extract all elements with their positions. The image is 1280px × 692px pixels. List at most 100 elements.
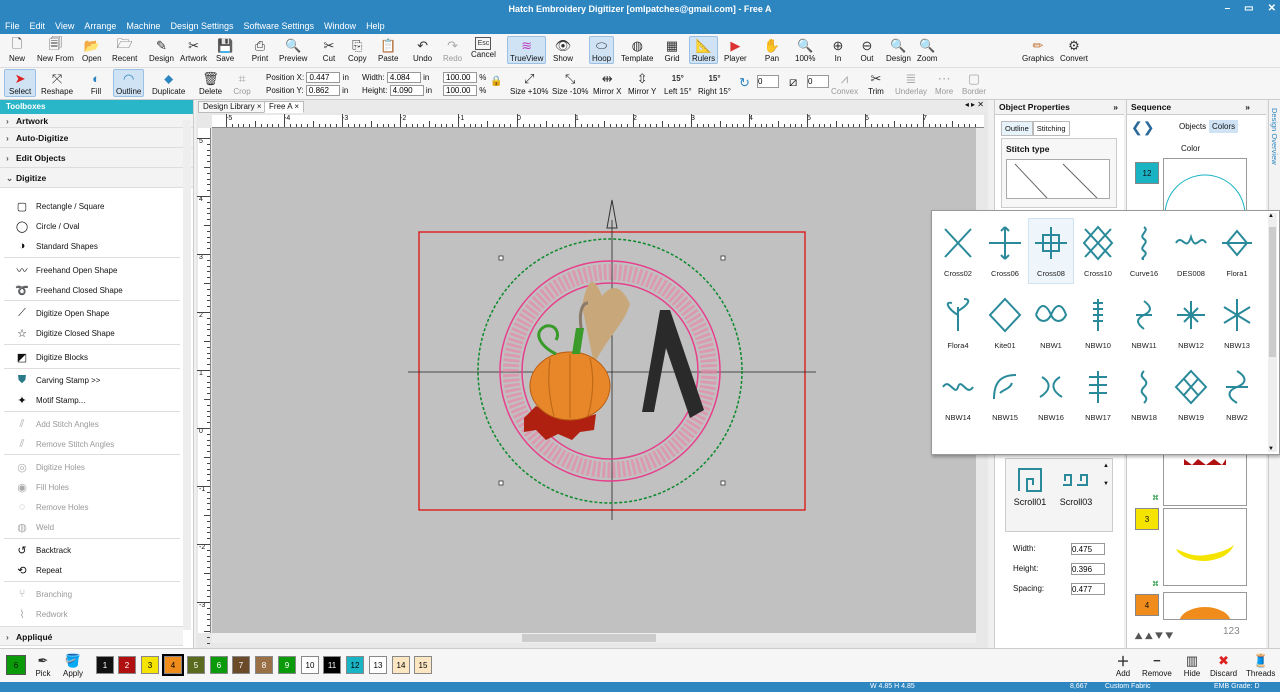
tool-backtrack[interactable]: ↺ Backtrack xyxy=(14,541,71,559)
tool-circle[interactable]: ◯ Circle / Oval xyxy=(14,217,80,235)
color-swatch[interactable]: 8 xyxy=(255,656,273,674)
remove-color-button[interactable]: − Remove xyxy=(1142,652,1172,678)
reshape-button[interactable]: ⤧ Reshape xyxy=(41,70,73,97)
menu-machine[interactable]: Machine xyxy=(121,18,165,34)
size-down-button[interactable]: ⤡ Size -10% xyxy=(552,70,588,97)
hoop-button[interactable]: ⬭ Hoop xyxy=(589,36,615,64)
tool-remove-stitch-angles[interactable]: ⫽ Remove Stitch Angles xyxy=(14,435,115,453)
motif-nbw13[interactable]: NBW13 xyxy=(1215,291,1259,355)
scale-width-input[interactable] xyxy=(443,72,477,83)
add-color-button[interactable]: ＋ Add xyxy=(1114,652,1132,678)
convert-button[interactable]: ⚙ Convert xyxy=(1060,37,1088,64)
toolbox-scrollbar[interactable] xyxy=(183,120,191,630)
tool-freehand-closed[interactable]: ➰ Freehand Closed Shape xyxy=(14,281,123,299)
rotate-left-button[interactable]: 15° Left 15° xyxy=(664,70,692,96)
paste-button[interactable]: 📋 Paste xyxy=(378,37,398,64)
design-workspace[interactable] xyxy=(212,128,976,633)
close-tab-icon[interactable]: × xyxy=(294,102,299,111)
seq-thumbnail[interactable] xyxy=(1163,592,1247,639)
color-swatch[interactable]: 3 xyxy=(141,656,159,674)
stitch-type-preview[interactable] xyxy=(1006,159,1110,199)
menu-help[interactable]: Help xyxy=(361,18,390,34)
scroll-up-icon[interactable]: ▲ xyxy=(1103,463,1109,469)
seq-color-badge[interactable]: 12 xyxy=(1135,162,1159,184)
save-button[interactable]: 💾 Save xyxy=(216,37,234,64)
color-swatch[interactable]: 11 xyxy=(323,656,341,674)
motif-nbw12[interactable]: NBW12 xyxy=(1169,291,1213,355)
motif-scroll01[interactable]: Scroll01 xyxy=(1010,465,1050,507)
motif-cross10[interactable]: Cross10 xyxy=(1076,219,1120,283)
motif-cross06[interactable]: Cross06 xyxy=(983,219,1027,283)
popup-scroll-thumb[interactable] xyxy=(1269,227,1276,357)
apply-button[interactable]: 🪣 Apply xyxy=(63,652,83,679)
tool-add-stitch-angles[interactable]: ⫽ Add Stitch Angles xyxy=(14,415,99,433)
group-edit-objects[interactable]: › Edit Objects xyxy=(0,148,193,168)
seq-color-badge[interactable]: 4 xyxy=(1135,594,1159,616)
mirror-x-button[interactable]: ⇹ Mirror X xyxy=(593,70,621,97)
rotate-input[interactable] xyxy=(757,75,779,88)
undo-button[interactable]: ↶ Undo xyxy=(413,37,432,64)
cancel-button[interactable]: Esc Cancel xyxy=(471,37,496,59)
tool-carving-stamp[interactable]: ⛊ Carving Stamp >> xyxy=(14,371,101,389)
group-digitize[interactable]: ⌄ Digitize xyxy=(0,168,193,188)
height-input[interactable] xyxy=(389,85,424,96)
size-up-button[interactable]: ⤢ Size +10% xyxy=(510,70,548,97)
position-y-input[interactable] xyxy=(305,85,340,96)
seq-thumbnail[interactable] xyxy=(1163,450,1247,506)
duplicate-button[interactable]: ⬥ Duplicate xyxy=(152,70,185,97)
motif-nbw18[interactable]: NBW18 xyxy=(1122,363,1166,427)
zoom-out-button[interactable]: ⊖ Out xyxy=(858,37,876,64)
tool-digitize-holes[interactable]: ◎ Digitize Holes xyxy=(14,458,85,476)
tab-outline[interactable]: Outline xyxy=(1001,121,1033,136)
design-artwork[interactable] xyxy=(212,128,976,633)
color-swatch[interactable]: 6 xyxy=(210,656,228,674)
tool-rectangle[interactable]: ▢ Rectangle / Square xyxy=(14,197,105,215)
color-swatch[interactable]: 7 xyxy=(232,656,250,674)
menu-software-settings[interactable]: Software Settings xyxy=(239,18,320,34)
color-swatch[interactable]: 10 xyxy=(301,656,319,674)
more-button[interactable]: ⋯ More xyxy=(935,70,953,97)
tab-objects[interactable]: Objects xyxy=(1179,122,1206,131)
motif-flora4[interactable]: Flora4 xyxy=(936,291,980,355)
delete-button[interactable]: 🗑 Delete xyxy=(199,70,222,97)
copy-button[interactable]: ⎘ Copy xyxy=(348,37,367,64)
tool-digitize-closed[interactable]: ☆ Digitize Closed Shape xyxy=(14,324,115,342)
print-button[interactable]: ⎙ Print xyxy=(251,37,269,64)
underlay-button[interactable]: ≣ Underlay xyxy=(895,70,927,97)
tool-freehand-open[interactable]: 〰 Freehand Open Shape xyxy=(14,261,118,279)
color-swatch[interactable]: 4 xyxy=(162,654,184,676)
threads-button[interactable]: 🧵 Threads xyxy=(1246,652,1275,679)
color-swatch[interactable]: 1 xyxy=(96,656,114,674)
template-button[interactable]: ◍ Template xyxy=(621,37,653,64)
color-swatch[interactable]: 14 xyxy=(392,656,410,674)
artwork-button[interactable]: ✂ Artwork xyxy=(180,37,207,64)
color-swatch[interactable]: 12 xyxy=(346,656,364,674)
tool-fill-holes[interactable]: ◉ Fill Holes xyxy=(14,478,69,496)
menu-edit[interactable]: Edit xyxy=(25,18,51,34)
motif-picker-popup[interactable]: ▲ ▼ Cross02 Cross06 Cross08 Cross10 Curve16 D… xyxy=(931,210,1280,455)
border-button[interactable]: ▢ Border xyxy=(962,70,986,97)
menu-file[interactable]: File xyxy=(0,18,25,34)
minimize-button[interactable]: – xyxy=(1225,0,1231,18)
design-button[interactable]: ✎ Design xyxy=(149,37,174,64)
close-tab-icon[interactable]: × xyxy=(257,102,262,111)
menu-window[interactable]: Window xyxy=(319,18,361,34)
motif-spacing-input[interactable] xyxy=(1071,583,1105,595)
motif-nbw17[interactable]: NBW17 xyxy=(1076,363,1120,427)
tab-design-library[interactable]: Design Library × xyxy=(198,101,267,113)
motif-nbw1[interactable]: NBW1 xyxy=(1029,291,1073,355)
grid-button[interactable]: ▦ Grid xyxy=(663,37,681,64)
open-button[interactable]: 📂 Open xyxy=(82,37,102,64)
motif-des008[interactable]: DES008 xyxy=(1169,219,1213,283)
player-button[interactable]: ▶ Player xyxy=(724,37,747,64)
maximize-button[interactable]: ▭ xyxy=(1244,0,1253,18)
group-auto-digitize[interactable]: › Auto-Digitize xyxy=(0,128,193,148)
rulers-button[interactable]: 📐 Rulers xyxy=(689,36,719,64)
motif-nbw19[interactable]: NBW19 xyxy=(1169,363,1213,427)
tool-repeat[interactable]: ⟲ Repeat xyxy=(14,561,61,579)
menu-arrange[interactable]: Arrange xyxy=(79,18,121,34)
zoom-100-button[interactable]: 🔍 100% xyxy=(795,37,815,64)
slant-input[interactable] xyxy=(807,75,829,88)
outline-button[interactable]: ◠ Outline xyxy=(113,69,145,97)
trim-button[interactable]: ✂ Trim xyxy=(867,70,885,97)
